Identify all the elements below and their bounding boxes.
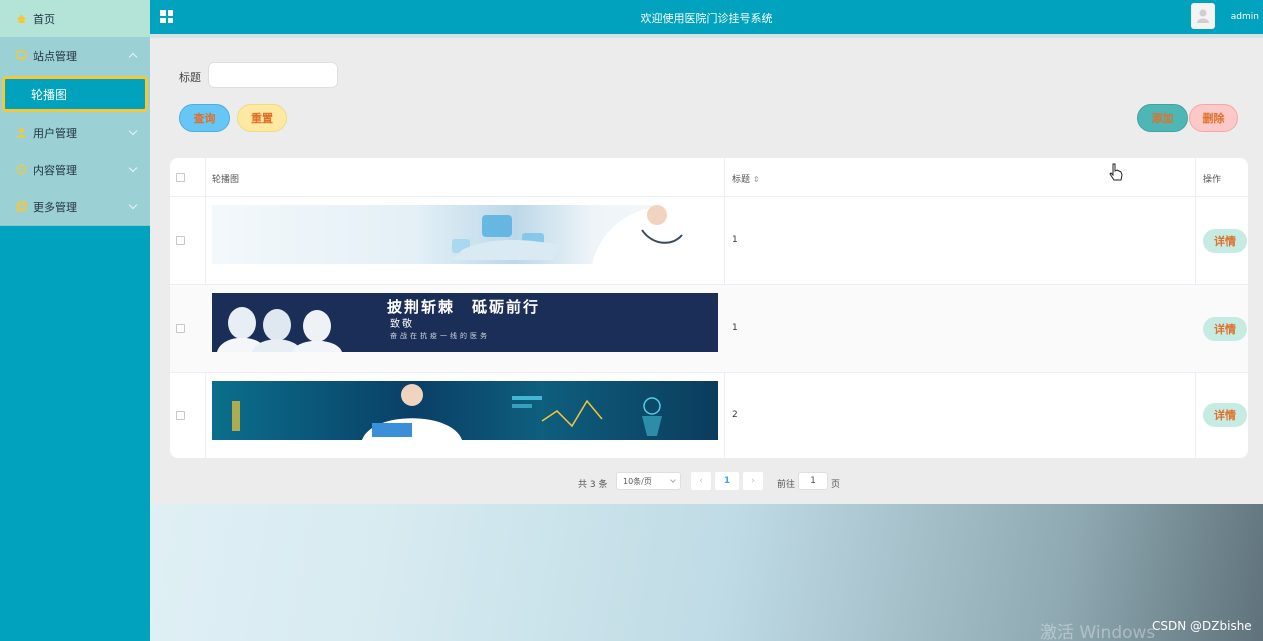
avatar[interactable]: [1191, 3, 1215, 29]
table-row: 1 详情: [170, 197, 1248, 285]
search-label: 标题: [179, 71, 201, 84]
sidebar-item-label: 用户管理: [33, 126, 77, 140]
banner-subhead: 致敬: [390, 319, 414, 330]
query-button[interactable]: 查询: [179, 104, 230, 132]
table-header-row: 轮播图 标题 ⇕ 操作: [170, 158, 1248, 197]
pagination: 共 3 条 10条/页 ‹ 1 › 前往 1 页: [150, 472, 1263, 492]
table-row: 披荆斩棘 砥砺前行 致敬 奋战在抗疫一线的医务 1 详情: [170, 285, 1248, 373]
delete-button[interactable]: 删除: [1189, 104, 1238, 132]
sort-icon[interactable]: ⇕: [753, 175, 760, 184]
chat-icon: [16, 164, 27, 175]
home-icon: [16, 13, 27, 24]
banner-caption: 奋战在抗疫一线的医务: [390, 332, 490, 340]
pagination-total: 共 3 条: [578, 480, 608, 490]
select-all-checkbox[interactable]: [176, 173, 185, 182]
sidebar-item-content-management[interactable]: 内容管理: [0, 151, 150, 188]
sidebar-item-more-management[interactable]: 更多管理: [0, 188, 150, 225]
sidebar-menu: 首页 站点管理 轮播图 用户管理 内容管理 更多管理: [0, 0, 150, 226]
sidebar-subitem-carousel[interactable]: 轮播图: [2, 76, 148, 112]
sidebar-item-home[interactable]: 首页: [0, 0, 150, 37]
column-header-title[interactable]: 标题 ⇕: [732, 172, 760, 185]
username[interactable]: admin: [1231, 12, 1259, 22]
carousel-table: 轮播图 标题 ⇕ 操作 1 详情 披荆斩棘 砥砺前行 致敬 奋战在抗疫一线的医务…: [170, 158, 1248, 458]
main-content: 标题 查询 重置 添加 删除 轮播图 标题 ⇕ 操作 1 详情 披荆斩棘 砥砺前…: [150, 38, 1263, 504]
detail-button[interactable]: 详情: [1203, 403, 1247, 427]
windows-activation-watermark: 激活 Windows: [1040, 623, 1156, 641]
sidebar-item-label: 更多管理: [33, 200, 77, 214]
hand-cursor-icon: [1108, 163, 1124, 186]
carousel-image-doctor-light: [212, 205, 718, 264]
submenu: 轮播图: [0, 74, 150, 114]
csdn-watermark: CSDN @DZbishe: [1152, 619, 1252, 633]
sidebar: 首页 站点管理 轮播图 用户管理 内容管理 更多管理: [0, 0, 150, 641]
goto-label: 前往: [777, 480, 796, 490]
detail-button[interactable]: 详情: [1203, 317, 1247, 341]
title-search-input[interactable]: [208, 62, 338, 88]
chevron-down-icon: [128, 126, 138, 136]
detail-button[interactable]: 详情: [1203, 229, 1247, 253]
sidebar-item-label: 站点管理: [33, 49, 77, 63]
reset-button[interactable]: 重置: [237, 104, 287, 132]
column-header-action: 操作: [1203, 175, 1222, 185]
current-page[interactable]: 1: [715, 472, 739, 490]
row-title: 1: [732, 323, 738, 333]
add-button[interactable]: 添加: [1137, 104, 1188, 132]
row-title: 2: [732, 410, 738, 420]
sidebar-item-site-management[interactable]: 站点管理: [0, 37, 150, 74]
chevron-up-icon: [128, 52, 138, 62]
column-header-image: 轮播图: [212, 175, 240, 185]
goto-page-input[interactable]: 1: [798, 472, 828, 490]
chevron-down-icon: [128, 163, 138, 173]
banner-headline: 披荆斩棘 砥砺前行: [387, 298, 541, 316]
monitor-icon: [16, 50, 27, 61]
chevron-down-icon: [128, 200, 138, 210]
copy-icon: [16, 201, 27, 212]
row-checkbox[interactable]: [176, 411, 185, 420]
sidebar-item-label: 首页: [33, 12, 55, 26]
row-checkbox[interactable]: [176, 236, 185, 245]
row-checkbox[interactable]: [176, 324, 185, 333]
carousel-image-doctor-tech: [212, 381, 718, 440]
top-header: 欢迎使用医院门诊挂号系统 admin: [150, 0, 1263, 34]
page-size-select[interactable]: 10条/页: [616, 472, 681, 490]
column-header-title-label: 标题: [732, 175, 751, 185]
page-title: 欢迎使用医院门诊挂号系统: [640, 12, 773, 25]
table-row: 2 详情: [170, 373, 1248, 458]
user-icon: [16, 127, 27, 138]
carousel-image-epidemic: 披荆斩棘 砥砺前行 致敬 奋战在抗疫一线的医务: [212, 293, 718, 352]
sidebar-item-user-management[interactable]: 用户管理: [0, 114, 150, 151]
prev-page-button[interactable]: ‹: [691, 472, 711, 490]
next-page-button[interactable]: ›: [743, 472, 763, 490]
sidebar-item-label: 内容管理: [33, 163, 77, 177]
chevron-down-icon: [670, 477, 676, 483]
row-title: 1: [732, 235, 738, 245]
page-size-value: 10条/页: [623, 477, 652, 486]
goto-unit: 页: [831, 480, 841, 490]
sidebar-subitem-label: 轮播图: [31, 87, 68, 102]
